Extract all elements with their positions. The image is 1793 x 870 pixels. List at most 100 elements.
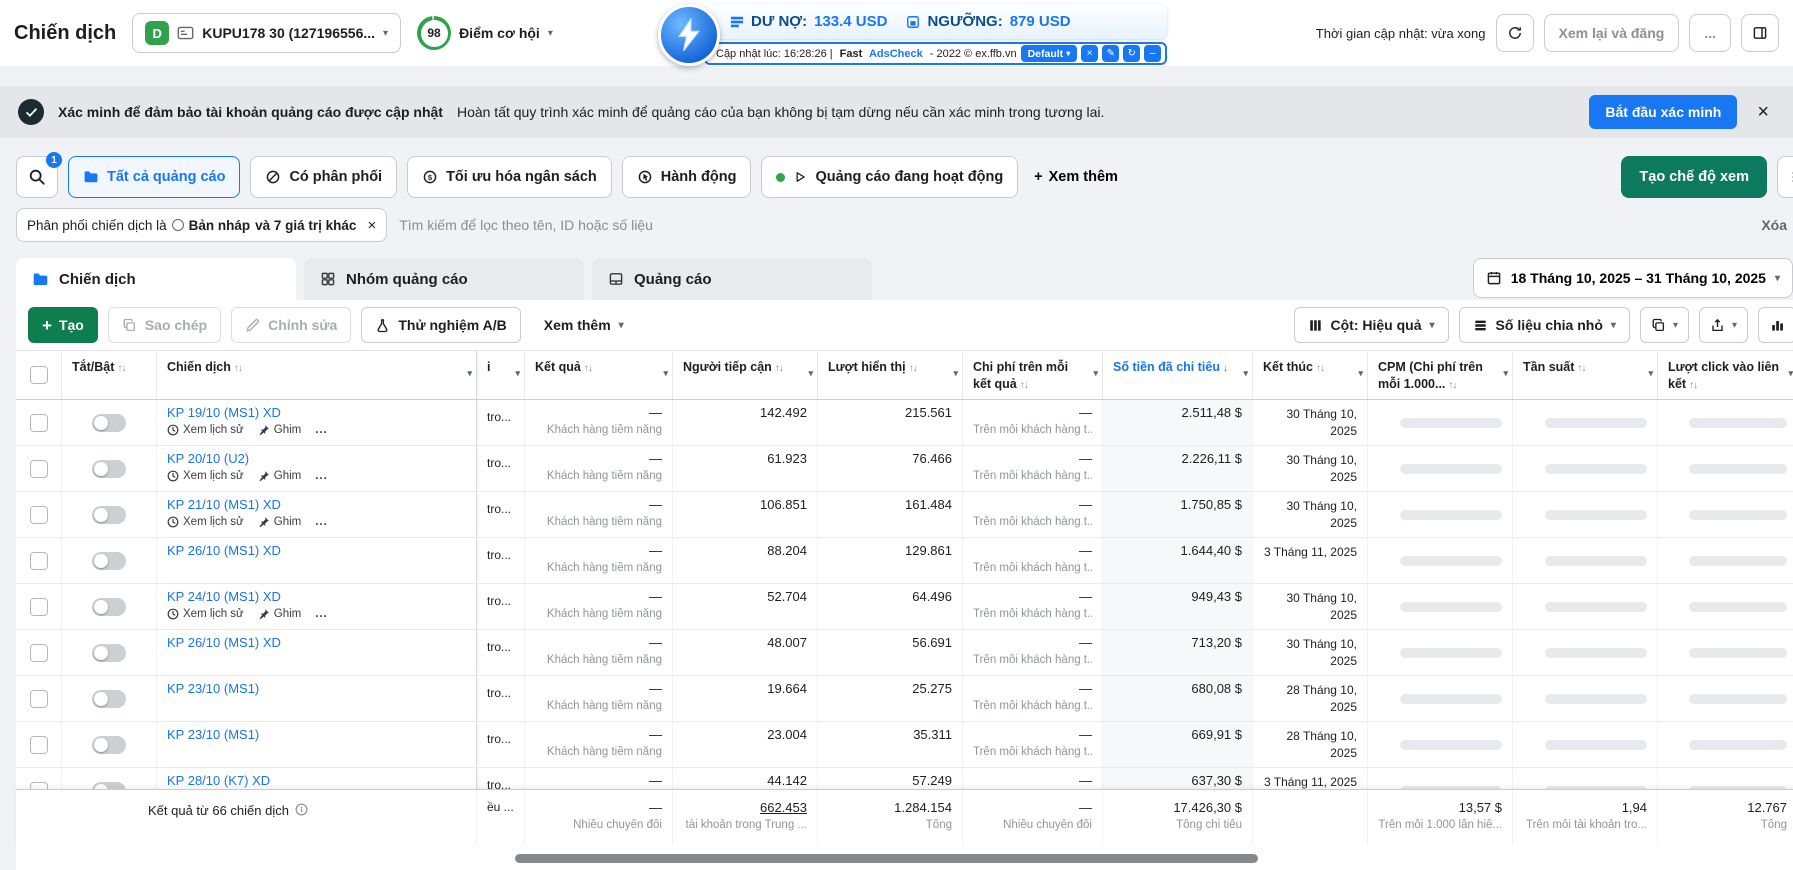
breakdown-button[interactable]: Số liệu chia nhỏ ▾	[1458, 307, 1630, 343]
tab-campaigns[interactable]: Chiến dịch	[16, 258, 296, 300]
campaign-name-link[interactable]: KP 23/10 (MS1)	[167, 681, 466, 696]
side-panel-toggle[interactable]	[1741, 14, 1779, 52]
column-header-result[interactable]: Kết quả ↑↓ ▾	[525, 351, 673, 399]
chevron-down-icon[interactable]: ▾	[515, 367, 520, 379]
pin-button[interactable]: Ghim	[258, 424, 301, 436]
campaign-toggle[interactable]	[92, 505, 126, 524]
column-header-impressions[interactable]: Lượt hiển thị ↑↓ ▾	[818, 351, 963, 399]
view-history-button[interactable]: Xem lịch sử	[167, 470, 244, 482]
campaign-toggle[interactable]	[92, 413, 126, 432]
pin-button[interactable]: Ghim	[258, 470, 301, 482]
column-header-end[interactable]: Kết thúc ↑↓ ▾	[1253, 351, 1368, 399]
horizontal-scrollbar[interactable]	[16, 845, 1793, 870]
campaign-toggle[interactable]	[92, 735, 126, 754]
clear-filters-link[interactable]: Xóa	[1761, 217, 1787, 233]
tab-adsets[interactable]: Nhóm quảng cáo	[304, 258, 584, 300]
select-all-checkbox[interactable]	[29, 366, 48, 384]
chevron-down-icon[interactable]: ▾	[808, 367, 813, 379]
export-button[interactable]: ▾	[1698, 307, 1748, 343]
duplicate-button[interactable]: Sao chép	[107, 307, 222, 343]
filter-all-ads[interactable]: Tất cả quảng cáo	[68, 156, 241, 198]
column-header-toggle[interactable]: Tắt/Bật ↑↓	[62, 351, 157, 399]
filter-had-delivery[interactable]: Có phân phối	[250, 156, 398, 198]
row-checkbox[interactable]	[29, 643, 48, 662]
opportunity-score[interactable]: 98 Điểm cơ hội ▾	[417, 16, 553, 50]
extension-edit-icon[interactable]: ✎	[1102, 45, 1120, 62]
row-checkbox[interactable]	[29, 413, 48, 432]
pin-button[interactable]: Ghim	[258, 608, 301, 620]
extension-profile-button[interactable]: Default ▾	[1020, 45, 1078, 62]
filter-budget-optimization[interactable]: $ Tối ưu hóa ngân sách	[407, 156, 612, 198]
campaign-name-link[interactable]: KP 26/10 (MS1) XD	[167, 543, 466, 558]
chevron-down-icon[interactable]: ▾	[1503, 367, 1508, 379]
campaign-toggle[interactable]	[92, 689, 126, 708]
filter-action[interactable]: Hành động	[621, 156, 752, 198]
date-range-picker[interactable]: 18 Tháng 10, 2025 – 31 Tháng 10, 2025 ▾	[1472, 258, 1793, 298]
chevron-down-icon[interactable]: ▾	[467, 367, 472, 379]
extension-minimize-icon[interactable]: –	[1144, 45, 1162, 62]
edit-button[interactable]: Chỉnh sửa	[231, 307, 352, 343]
row-checkbox[interactable]	[29, 781, 48, 789]
chevron-down-icon[interactable]: ▾	[953, 367, 958, 379]
campaign-toggle[interactable]	[92, 781, 126, 789]
column-header-reach[interactable]: Người tiếp cận ↑↓ ▾	[673, 351, 818, 399]
account-selector[interactable]: D KUPU178 30 (127196556... ▾	[132, 13, 402, 53]
more-row-actions-button[interactable]: ...	[315, 516, 328, 528]
start-verification-button[interactable]: Bắt đầu xác minh	[1589, 95, 1738, 129]
extension-logo[interactable]	[658, 4, 720, 66]
ab-test-button[interactable]: Thử nghiệm A/B	[361, 307, 521, 343]
chevron-down-icon[interactable]: ▾	[1243, 367, 1248, 379]
search-filters-button[interactable]: 1	[16, 152, 62, 198]
pin-button[interactable]: Ghim	[258, 516, 301, 528]
chevron-down-icon[interactable]: ▾	[1358, 367, 1363, 379]
row-checkbox[interactable]	[29, 505, 48, 524]
close-icon[interactable]: ×	[1751, 101, 1775, 124]
chevron-down-icon[interactable]: ▾	[1788, 367, 1793, 379]
more-row-actions-button[interactable]: ...	[315, 470, 328, 482]
campaign-name-link[interactable]: KP 20/10 (U2)	[167, 451, 466, 466]
reports-button[interactable]: ▾	[1639, 307, 1689, 343]
view-history-button[interactable]: Xem lịch sử	[167, 424, 244, 436]
campaign-toggle[interactable]	[92, 551, 126, 570]
row-checkbox[interactable]	[29, 459, 48, 478]
filter-search-input[interactable]	[399, 217, 1750, 233]
column-header-delivery[interactable]: i ▾	[477, 351, 525, 399]
create-view-button[interactable]: Tạo chế độ xem	[1621, 156, 1767, 198]
chevron-down-icon[interactable]: ▾	[1648, 367, 1653, 379]
row-checkbox[interactable]	[29, 551, 48, 570]
campaign-name-link[interactable]: KP 28/10 (K7) XD	[167, 773, 466, 788]
view-settings-button[interactable]	[1777, 156, 1793, 198]
row-checkbox[interactable]	[29, 735, 48, 754]
campaign-toggle[interactable]	[92, 597, 126, 616]
columns-button[interactable]: Cột: Hiệu quả ▾	[1293, 307, 1449, 343]
campaign-name-link[interactable]: KP 19/10 (MS1) XD	[167, 405, 466, 420]
scrollbar-thumb[interactable]	[515, 854, 1258, 863]
more-row-actions-button[interactable]: ...	[315, 608, 328, 620]
view-history-button[interactable]: Xem lịch sử	[167, 516, 244, 528]
campaign-name-link[interactable]: KP 24/10 (MS1) XD	[167, 589, 466, 604]
campaign-name-link[interactable]: KP 21/10 (MS1) XD	[167, 497, 466, 512]
row-checkbox[interactable]	[29, 689, 48, 708]
campaign-toggle[interactable]	[92, 459, 126, 478]
chevron-down-icon[interactable]: ▾	[663, 367, 668, 379]
column-header-freq[interactable]: Tần suất ↑↓ ▾	[1513, 351, 1658, 399]
extension-close-icon[interactable]: ×	[1081, 45, 1099, 62]
column-header-name[interactable]: Chiến dịch ↑↓ ▾	[157, 351, 477, 399]
refresh-button[interactable]	[1495, 14, 1534, 52]
column-header-clicks[interactable]: Lượt click vào liên kết ↑↓ ▾	[1658, 351, 1793, 399]
column-header-cost[interactable]: Chi phí trên mỗi kết quả ↑↓ ▾	[963, 351, 1103, 399]
filter-active-ads[interactable]: Quảng cáo đang hoạt động	[761, 156, 1019, 198]
extension-refresh-icon[interactable]: ↻	[1123, 45, 1141, 62]
more-row-actions-button[interactable]: ...	[315, 424, 328, 436]
more-filters-button[interactable]: + Xem thêm	[1028, 169, 1124, 185]
column-header-spent[interactable]: Số tiền đã chi tiêu ↓ ▾	[1103, 351, 1253, 399]
column-header-cpm[interactable]: CPM (Chi phí trên mỗi 1.000... ↑↓ ▾	[1368, 351, 1513, 399]
remove-filter-icon[interactable]: ×	[367, 217, 376, 234]
chevron-down-icon[interactable]: ▾	[1093, 367, 1098, 379]
campaign-name-link[interactable]: KP 23/10 (MS1)	[167, 727, 466, 742]
create-campaign-button[interactable]: + Tạo	[28, 307, 98, 343]
delivery-filter-chip[interactable]: Phân phối chiến dịch là Bản nháp và 7 gi…	[16, 208, 388, 242]
campaign-toggle[interactable]	[92, 643, 126, 662]
charts-button[interactable]	[1758, 307, 1793, 343]
view-history-button[interactable]: Xem lịch sử	[167, 608, 244, 620]
